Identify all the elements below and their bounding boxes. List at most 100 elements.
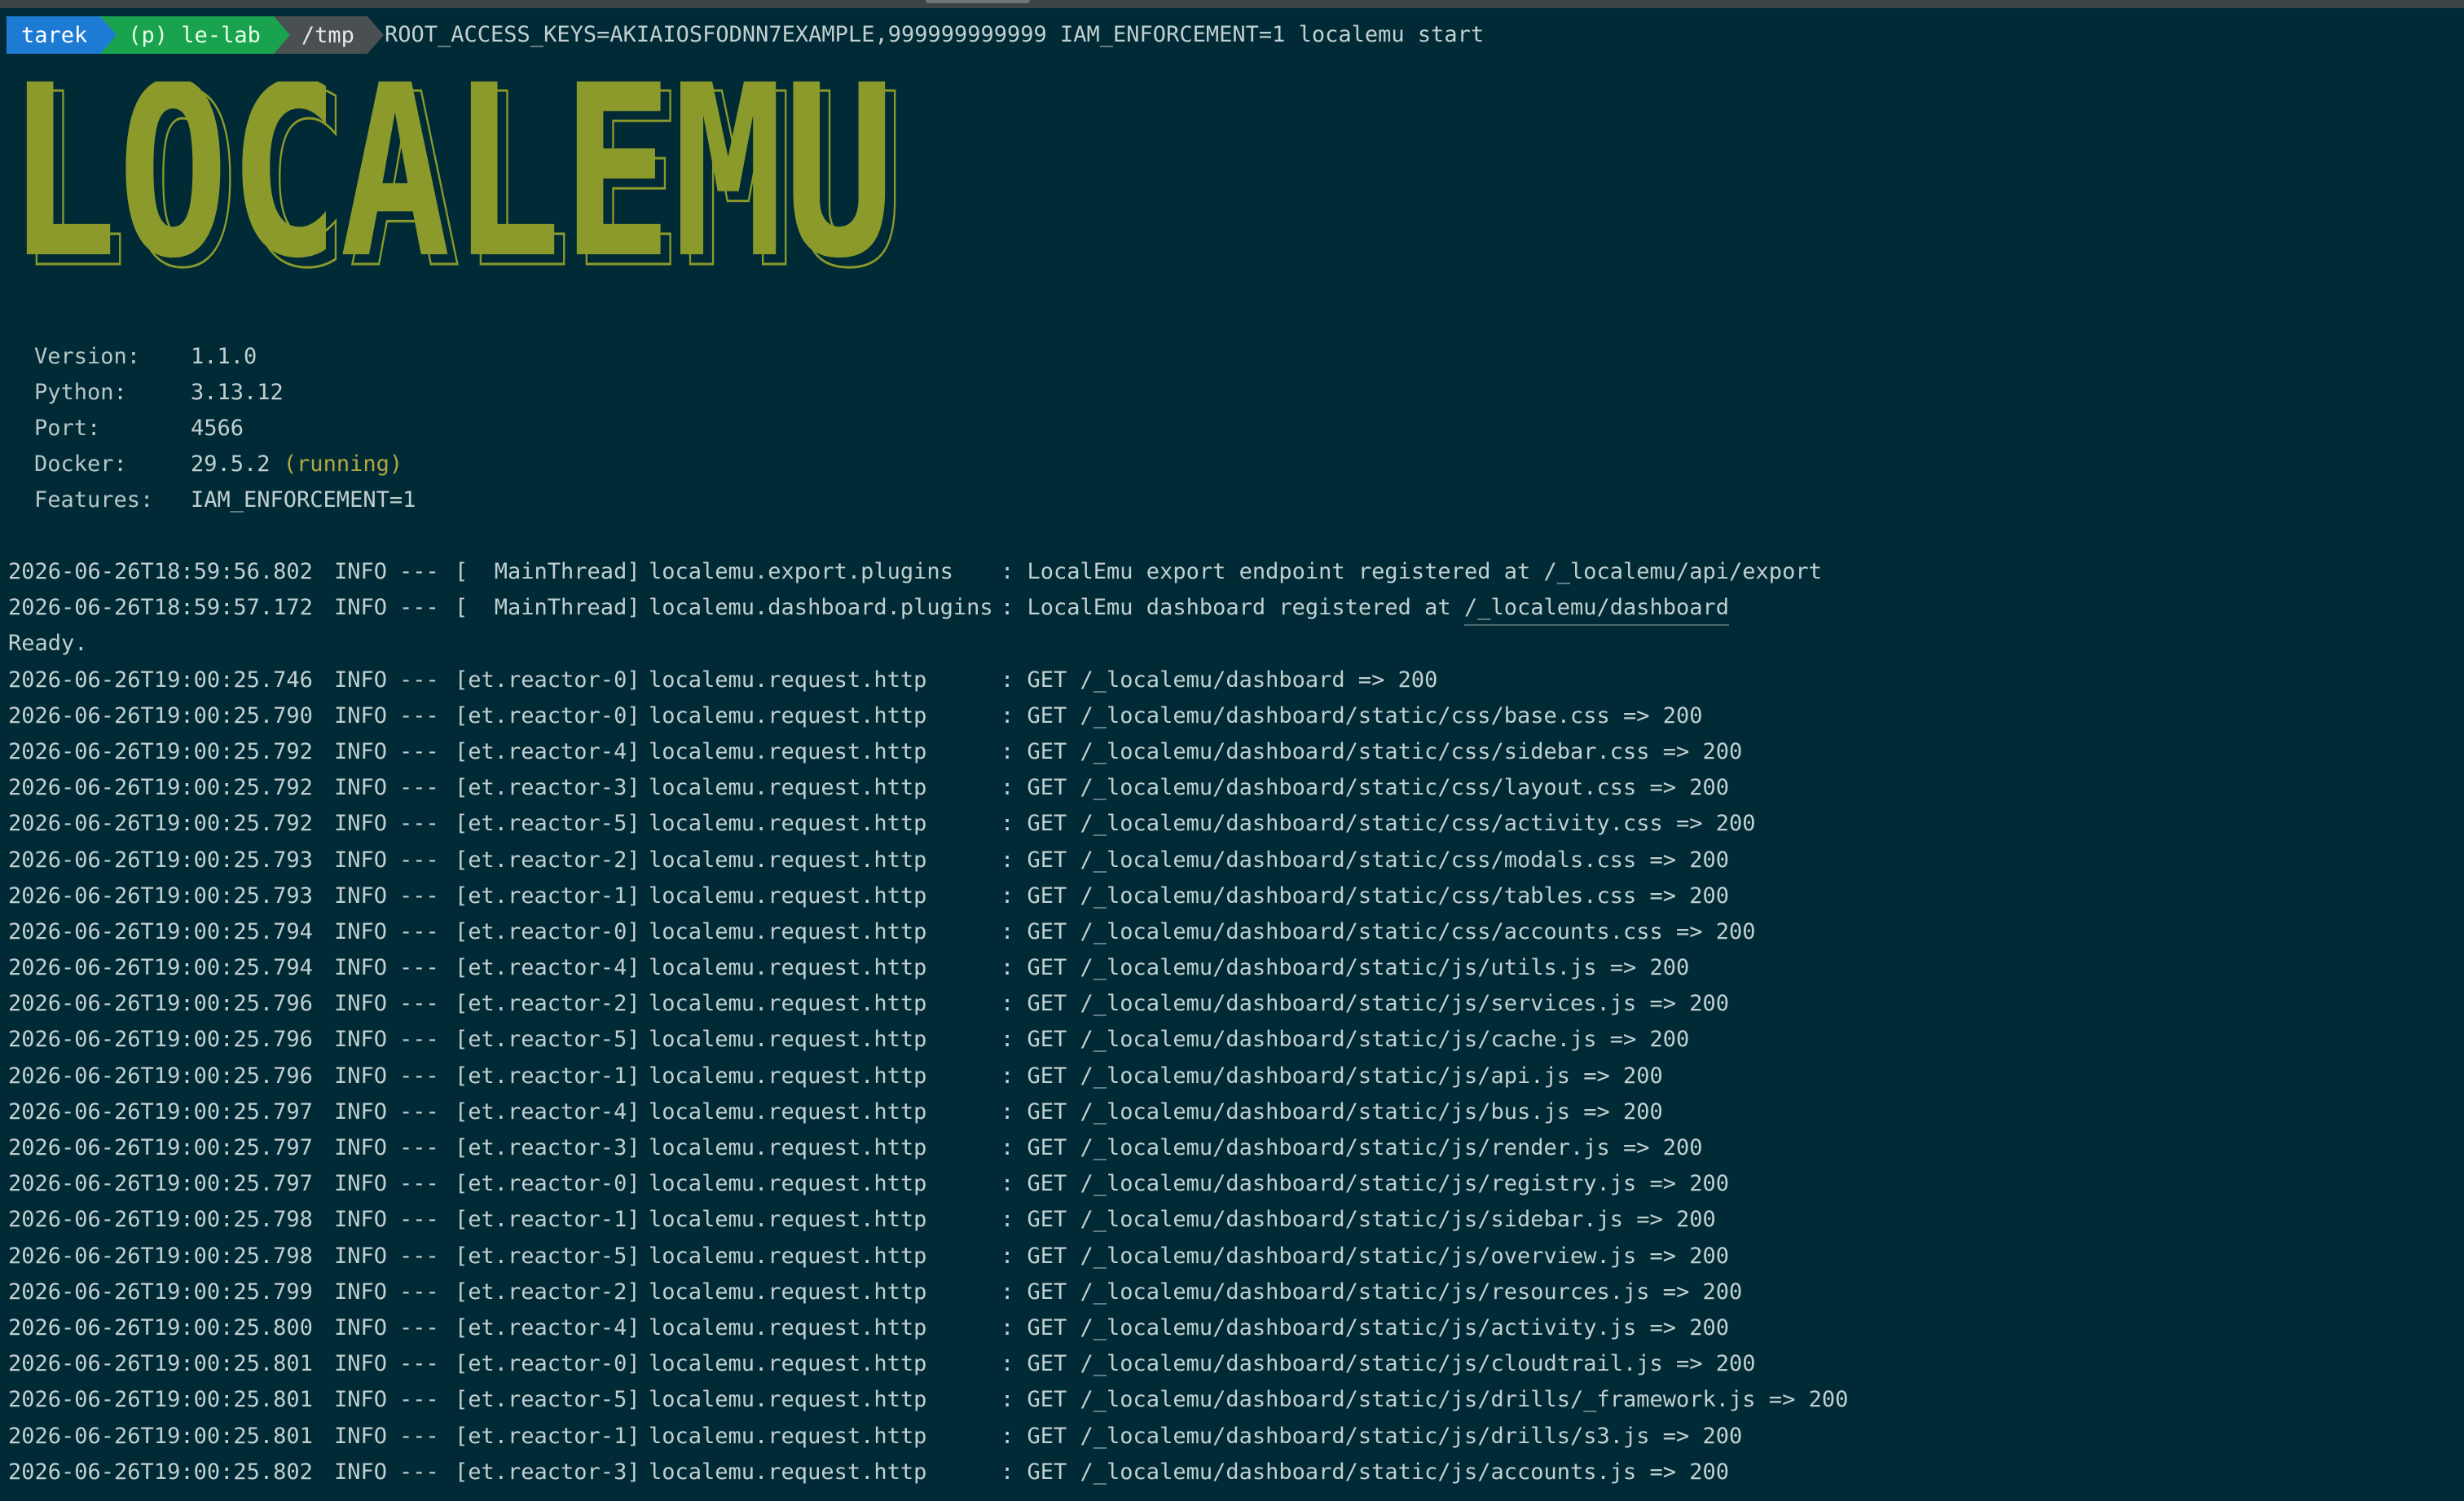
log-level: INFO [334, 1423, 388, 1449]
window-notch [926, 0, 1030, 3]
log-logger: localemu.request.http [649, 1027, 927, 1053]
log-logger: localemu.request.http [649, 883, 927, 909]
log-timestamp: 2026-06-26T19:00:25.794 [8, 955, 313, 981]
log-line: 2026-06-26T19:00:25.794 INFO --- [et.reacto… [8, 914, 1848, 950]
shell-command[interactable]: ROOT_ACCESS_KEYS=AKIAIOSFODNN7EXAMPLE,99… [385, 16, 1484, 54]
log-message: : GET /_localemu/dashboard/static/css/ac… [1001, 811, 1756, 837]
log-level: INFO [334, 847, 388, 873]
log-line: 2026-06-26T19:00:25.801 INFO --- [et.reacto… [8, 1382, 1848, 1418]
log-thread: [et.reactor-1] [455, 883, 640, 909]
log-separator: --- [399, 1423, 439, 1449]
log-separator: --- [399, 667, 439, 693]
info-key: Python: [34, 380, 127, 405]
log-logger: localemu.request.http [649, 811, 927, 837]
log-separator: --- [399, 847, 439, 873]
log-logger: localemu.export.plugins [649, 559, 953, 584]
log-line: 2026-06-26T19:00:25.801 INFO --- [et.reacto… [8, 1419, 1848, 1455]
log-line: 2026-06-26T19:00:25.793 INFO --- [et.reacto… [8, 878, 1848, 914]
log-message: : GET /_localemu/dashboard/static/css/ta… [1001, 883, 1730, 909]
log-separator: --- [399, 1135, 439, 1160]
info-row: Features: IAM_ENFORCEMENT=1 [34, 482, 416, 518]
log-logger: localemu.request.http [649, 1279, 927, 1305]
log-line: 2026-06-26T19:00:25.802 INFO --- [et.reacto… [8, 1455, 1848, 1490]
log-line: 2026-06-26T19:00:25.792 INFO --- [et.reacto… [8, 770, 1848, 806]
log-level: INFO [334, 1387, 388, 1413]
docker-status: (running) [283, 451, 403, 477]
log-thread: [et.reactor-0] [455, 702, 640, 728]
log-level: INFO [334, 1207, 388, 1233]
log-level: INFO [334, 1135, 388, 1160]
log-thread: [et.reactor-4] [455, 1314, 640, 1340]
log-thread: [et.reactor-0] [455, 667, 640, 693]
shell-prompt: tarek (p) le-lab /tmp [7, 16, 384, 54]
info-row: Python: 3.13.12 [34, 375, 416, 411]
log-timestamp: 2026-06-26T19:00:25.796 [8, 991, 313, 1017]
log-thread: [et.reactor-4] [455, 955, 640, 981]
log-level: INFO [334, 1351, 388, 1377]
log-logger: localemu.request.http [649, 1243, 927, 1269]
log-timestamp: 2026-06-26T19:00:25.801 [8, 1387, 313, 1413]
log-line: 2026-06-26T19:00:25.796 INFO --- [et.reacto… [8, 1059, 1848, 1094]
log-message: : GET /_localemu/dashboard/static/js/sid… [1001, 1207, 1716, 1233]
log-level: INFO [334, 883, 388, 909]
log-thread: [et.reactor-3] [455, 775, 640, 801]
version-info: Version: 1.1.0 Python: 3.13.12 Port: 4566 Dock… [34, 339, 416, 518]
log-thread: [et.reactor-5] [455, 1027, 640, 1053]
log-level: INFO [334, 811, 388, 837]
log-separator: --- [399, 702, 439, 728]
log-message: : GET /_localemu/dashboard/static/js/uti… [1001, 955, 1690, 981]
segment-arrow-icon [367, 16, 384, 54]
log-timestamp: 2026-06-26T19:00:25.799 [8, 1279, 313, 1305]
info-key: Version: [34, 344, 141, 369]
log-thread: [et.reactor-3] [455, 1459, 640, 1485]
log-separator: --- [399, 918, 439, 944]
log-timestamp: 2026-06-26T19:00:25.798 [8, 1243, 313, 1269]
log-logger: localemu.request.http [649, 955, 927, 981]
log-level: INFO [334, 1243, 388, 1269]
log-level: INFO [334, 738, 388, 764]
log-message: : LocalEmu dashboard registered at [1001, 595, 1464, 621]
info-key: Port: [34, 416, 101, 441]
log-separator: --- [399, 559, 439, 584]
log-logger: localemu.request.http [649, 991, 927, 1017]
log-separator: --- [399, 811, 439, 837]
log-message: : LocalEmu export endpoint registered at… [1001, 559, 1822, 584]
prompt-env: (p) le-lab [128, 22, 261, 48]
log-line: 2026-06-26T19:00:25.796 INFO --- [et.reacto… [8, 986, 1848, 1022]
log-timestamp: 2026-06-26T19:00:25.790 [8, 702, 313, 728]
log-message: : GET /_localemu/dashboard/static/js/cac… [1001, 1027, 1690, 1053]
log-logger: localemu.request.http [649, 1098, 927, 1125]
log-logger: localemu.request.http [649, 738, 927, 764]
log-timestamp: 2026-06-26T19:00:25.792 [8, 738, 313, 764]
log-timestamp: 2026-06-26T19:00:25.792 [8, 775, 313, 801]
log-separator: --- [399, 1171, 439, 1197]
log-separator: --- [399, 775, 439, 801]
log-thread: [ MainThread] [455, 595, 640, 621]
log-line: 2026-06-26T19:00:25.797 INFO --- [et.reacto… [8, 1130, 1848, 1166]
ready-message: Ready. [8, 631, 88, 657]
log-timestamp: 2026-06-26T19:00:25.800 [8, 1314, 313, 1340]
info-value: 1.1.0 [191, 344, 257, 369]
log-separator: --- [399, 955, 439, 981]
dashboard-link[interactable]: /_localemu/dashboard [1463, 590, 1730, 627]
log-thread: [et.reactor-3] [455, 1135, 640, 1160]
segment-arrow-icon [100, 16, 117, 54]
log-timestamp: 2026-06-26T19:00:25.801 [8, 1423, 313, 1449]
log-message: : GET /_localemu/dashboard/static/js/res… [1001, 1279, 1743, 1305]
info-value: 4566 [191, 416, 244, 441]
log-thread: [et.reactor-2] [455, 991, 640, 1017]
log-line: 2026-06-26T19:00:25.796 INFO --- [et.reacto… [8, 1022, 1848, 1058]
log-message: : GET /_localemu/dashboard => 200 [1001, 667, 1438, 693]
prompt-user: tarek [21, 22, 88, 48]
log-timestamp: 2026-06-26T19:00:25.796 [8, 1063, 313, 1089]
log-line: 2026-06-26T18:59:57.172 INFO --- [ MainThre… [8, 590, 1848, 627]
log-message: : GET /_localemu/dashboard/static/js/clo… [1001, 1351, 1756, 1377]
log-thread: [et.reactor-1] [455, 1063, 640, 1089]
log-timestamp: 2026-06-26T19:00:25.797 [8, 1171, 313, 1197]
log-level: INFO [334, 1063, 388, 1089]
log-separator: --- [399, 1387, 439, 1413]
log-separator: --- [399, 991, 439, 1017]
log-logger: localemu.request.http [649, 667, 927, 693]
log-thread: [et.reactor-5] [455, 1387, 640, 1413]
log-level: INFO [334, 1027, 388, 1053]
